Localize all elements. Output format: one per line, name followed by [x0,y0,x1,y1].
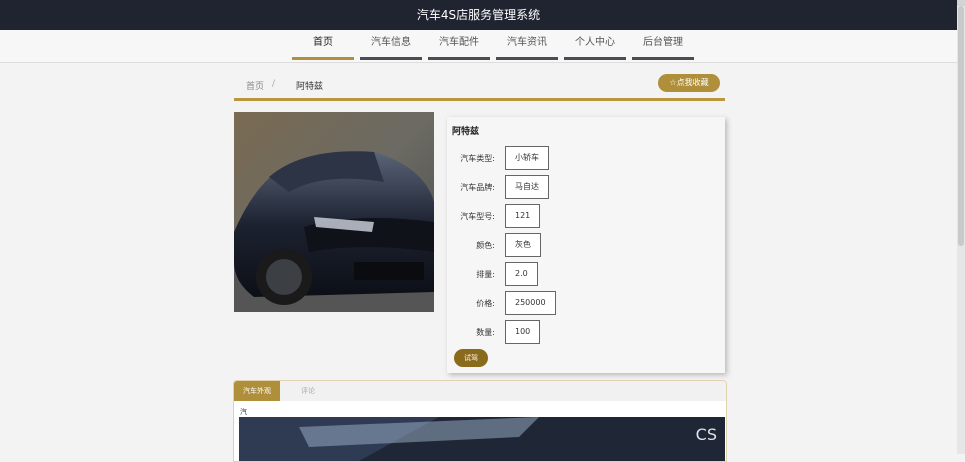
nav-item-home[interactable]: 首页 [292,36,354,60]
nav-item-personal-center[interactable]: 个人中心 [564,36,626,60]
field-label-color: 颜色: [476,241,495,250]
appearance-image: CS [239,417,725,461]
car-info-card: 阿特兹 汽车类型: 小轿车 汽车品牌: 马自达 汽车型号: 121 颜色: 灰色… [447,117,725,373]
tab-content-text: 汽 [240,408,247,416]
breadcrumb: 首页 / 阿特兹 ☆点我收藏 [234,70,724,100]
divider [234,98,725,101]
field-label-displacement: 排量: [476,270,495,279]
field-value-color: 灰色 [505,233,541,257]
scrollbar[interactable] [957,0,965,454]
app-title-bar: 汽车4S店服务管理系统 [0,0,957,30]
field-label-car-model: 汽车型号: [460,212,495,221]
detail-tab-panel: 汽车外观 评论 汽 CS [233,380,727,462]
field-label-car-brand: 汽车品牌: [460,183,495,192]
appearance-image-text: CS [695,425,717,444]
favorite-button-label: ☆点我收藏 [669,78,709,87]
nav-item-admin[interactable]: 后台管理 [632,36,694,60]
field-value-car-brand: 马自达 [505,175,549,199]
breadcrumb-home-link[interactable]: 首页 [246,79,264,92]
car-name: 阿特兹 [452,127,480,137]
main-nav: 首页 汽车信息 汽车配件 汽车资讯 个人中心 后台管理 [0,30,957,63]
field-value-displacement: 2.0 [505,262,538,286]
breadcrumb-current: 阿特兹 [296,82,324,92]
tab-appearance[interactable]: 汽车外观 [234,381,280,401]
nav-item-car-news[interactable]: 汽车资讯 [496,36,558,60]
car-photo [234,112,434,312]
test-drive-button[interactable]: 试驾 [454,349,488,367]
field-value-car-model: 121 [505,204,541,228]
field-label-quantity: 数量: [476,328,495,337]
field-label-car-type: 汽车类型: [460,154,495,163]
favorite-button[interactable]: ☆点我收藏 [658,74,720,92]
field-value-price: 250000 [505,291,556,315]
scrollbar-thumb[interactable] [958,6,964,246]
nav-item-car-parts[interactable]: 汽车配件 [428,36,490,60]
app-title: 汽车4S店服务管理系统 [416,8,541,22]
field-label-price: 价格: [476,299,495,308]
nav-item-car-info[interactable]: 汽车信息 [360,36,422,60]
field-value-car-type: 小轿车 [505,146,549,170]
field-value-quantity: 100 [505,320,541,344]
tab-comments[interactable]: 评论 [288,381,328,401]
breadcrumb-separator: / [272,79,276,89]
